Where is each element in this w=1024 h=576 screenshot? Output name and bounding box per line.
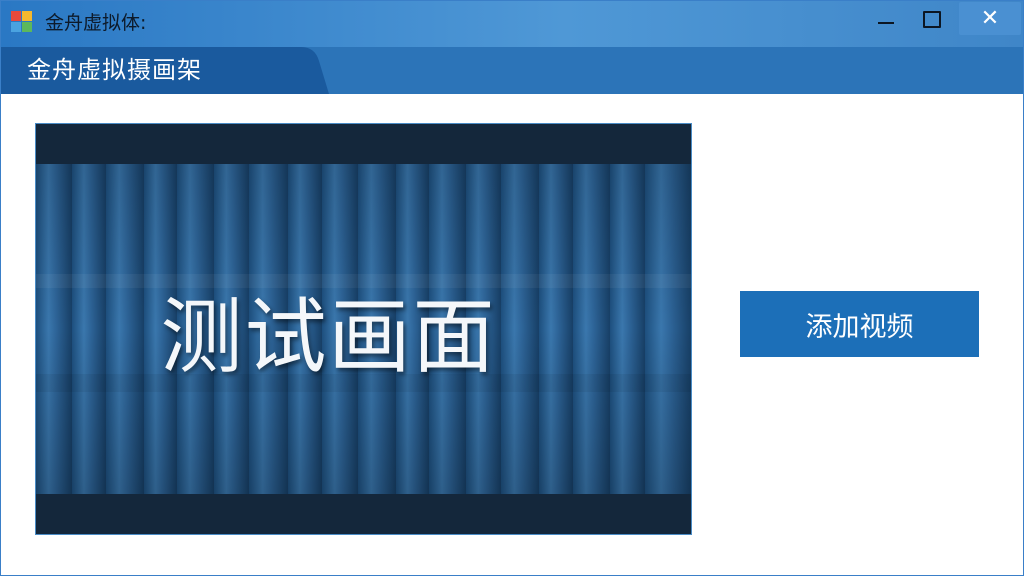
header-bar: 金舟虚拟摄画架 bbox=[1, 47, 1023, 94]
app-logo-icon bbox=[11, 11, 33, 33]
title-bar[interactable]: 金舟虚拟体: ✕ bbox=[1, 1, 1023, 47]
video-preview: 测试画面 bbox=[35, 123, 692, 535]
add-video-button[interactable]: 添加视频 bbox=[740, 291, 979, 357]
maximize-icon bbox=[923, 10, 941, 28]
close-button[interactable]: ✕ bbox=[959, 2, 1021, 35]
close-icon: ✕ bbox=[980, 5, 1000, 31]
window-title: 金舟虚拟体: bbox=[45, 12, 147, 34]
page-title: 金舟虚拟摄画架 bbox=[27, 56, 202, 84]
preview-overlay-text: 测试画面 bbox=[160, 289, 497, 385]
maximize-button[interactable] bbox=[905, 1, 959, 37]
minimize-icon bbox=[878, 22, 894, 24]
app-window: 金舟虚拟体: ✕ 金舟虚拟摄画架 测试画面 添加视频 bbox=[0, 0, 1024, 576]
